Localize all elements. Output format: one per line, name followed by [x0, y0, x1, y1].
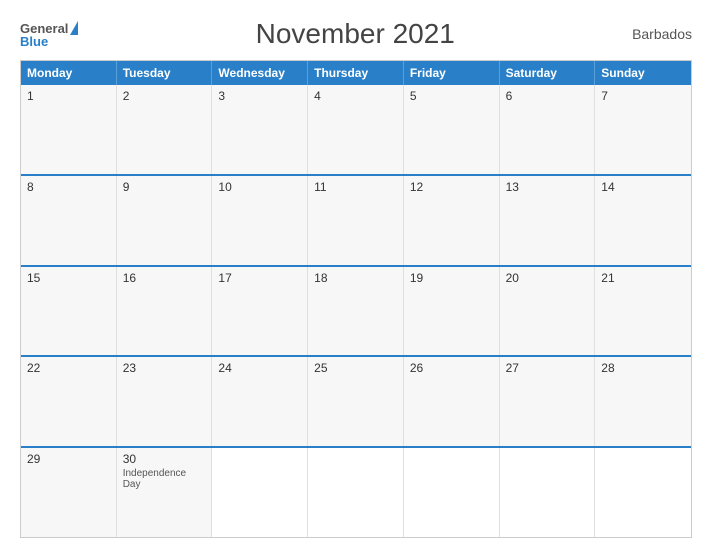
calendar-cell: 23: [117, 357, 213, 446]
day-number: 20: [506, 271, 589, 285]
calendar-cell: 26: [404, 357, 500, 446]
weekday-monday: Monday: [21, 61, 117, 85]
calendar-cell: [212, 448, 308, 537]
weekday-thursday: Thursday: [308, 61, 404, 85]
day-number: 18: [314, 271, 397, 285]
calendar-cell: 3: [212, 85, 308, 174]
day-number: 5: [410, 89, 493, 103]
weekday-wednesday: Wednesday: [212, 61, 308, 85]
day-number: 11: [314, 180, 397, 194]
day-number: 30: [123, 452, 206, 466]
calendar-cell: [500, 448, 596, 537]
day-number: 2: [123, 89, 206, 103]
calendar-week-2: 89 10 11 12 13 14: [21, 174, 691, 265]
day-number: 25: [314, 361, 397, 375]
calendar-cell: 18: [308, 267, 404, 356]
calendar-cell: 12: [404, 176, 500, 265]
calendar-cell: 5: [404, 85, 500, 174]
day-number: 29: [27, 452, 110, 466]
day-number: 26: [410, 361, 493, 375]
day-number: 16: [123, 271, 206, 285]
calendar-cell: 24: [212, 357, 308, 446]
country-label: Barbados: [632, 26, 692, 42]
page-header: General Blue November 2021 Barbados: [20, 18, 692, 50]
day-number: 17: [218, 271, 301, 285]
calendar-week-1: 1234567: [21, 85, 691, 174]
day-number: 7: [601, 89, 685, 103]
calendar-cell: 30 Independence Day: [117, 448, 213, 537]
calendar-cell: 27: [500, 357, 596, 446]
calendar: Monday Tuesday Wednesday Thursday Friday…: [20, 60, 692, 538]
calendar-cell: 14: [595, 176, 691, 265]
calendar-cell: [308, 448, 404, 537]
calendar-cell: [595, 448, 691, 537]
weekday-saturday: Saturday: [500, 61, 596, 85]
day-number: 3: [218, 89, 301, 103]
calendar-cell: 20: [500, 267, 596, 356]
calendar-cell: 2: [117, 85, 213, 174]
calendar-cell: 19: [404, 267, 500, 356]
calendar-cell: 17: [212, 267, 308, 356]
day-number: 13: [506, 180, 589, 194]
day-number: 24: [218, 361, 301, 375]
weekday-friday: Friday: [404, 61, 500, 85]
calendar-body: 1234567891011121314151617181920212223242…: [21, 85, 691, 537]
day-number: 9: [123, 180, 206, 194]
day-number: 8: [27, 180, 110, 194]
event-label: Independence Day: [123, 468, 206, 490]
logo-general-text: General: [20, 22, 68, 35]
logo: General Blue: [20, 21, 78, 48]
logo-blue-text: Blue: [20, 35, 78, 48]
day-number: 12: [410, 180, 493, 194]
day-number: 10: [218, 180, 301, 194]
calendar-page: General Blue November 2021 Barbados Mond…: [0, 0, 712, 550]
day-number: 6: [506, 89, 589, 103]
calendar-cell: 11: [308, 176, 404, 265]
calendar-cell: 21: [595, 267, 691, 356]
calendar-cell: [404, 448, 500, 537]
calendar-cell: 29: [21, 448, 117, 537]
calendar-cell: 6: [500, 85, 596, 174]
calendar-cell: 25: [308, 357, 404, 446]
calendar-header: Monday Tuesday Wednesday Thursday Friday…: [21, 61, 691, 85]
calendar-cell: 13: [500, 176, 596, 265]
day-number: 19: [410, 271, 493, 285]
weekday-tuesday: Tuesday: [117, 61, 213, 85]
calendar-cell: 28: [595, 357, 691, 446]
day-number: 1: [27, 89, 110, 103]
calendar-week-5: 29 30 Independence Day: [21, 446, 691, 537]
day-number: 21: [601, 271, 685, 285]
day-number: 28: [601, 361, 685, 375]
logo-wrapper: General Blue: [20, 21, 78, 48]
weekday-sunday: Sunday: [595, 61, 691, 85]
day-number: 14: [601, 180, 685, 194]
day-number: 4: [314, 89, 397, 103]
day-number: 15: [27, 271, 110, 285]
calendar-cell: 7: [595, 85, 691, 174]
calendar-cell: 22: [21, 357, 117, 446]
calendar-cell: 9: [117, 176, 213, 265]
calendar-cell: 1: [21, 85, 117, 174]
day-number: 22: [27, 361, 110, 375]
day-number: 23: [123, 361, 206, 375]
logo-triangle-icon: [70, 21, 78, 35]
calendar-week-4: 22 23 24 25 26 27 28: [21, 355, 691, 446]
calendar-cell: 16: [117, 267, 213, 356]
calendar-cell: 10: [212, 176, 308, 265]
calendar-cell: 15: [21, 267, 117, 356]
page-title: November 2021: [78, 18, 632, 50]
calendar-cell: 4: [308, 85, 404, 174]
logo-top-row: General: [20, 21, 78, 35]
calendar-week-3: 15 16 17 18 19 20 21: [21, 265, 691, 356]
calendar-cell: 8: [21, 176, 117, 265]
day-number: 27: [506, 361, 589, 375]
